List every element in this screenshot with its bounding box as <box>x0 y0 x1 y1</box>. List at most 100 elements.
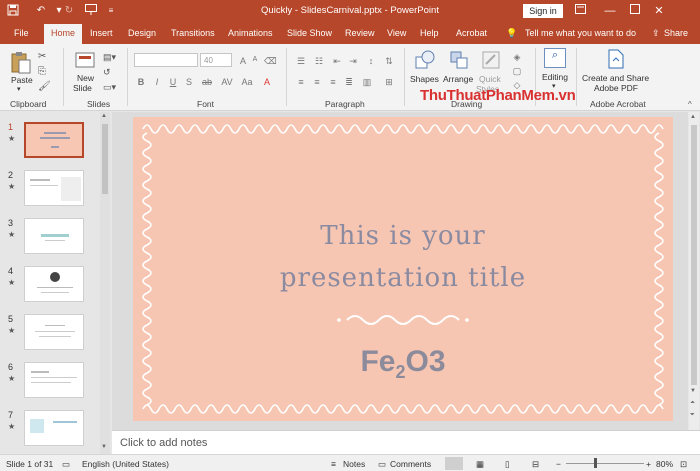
zoom-out-icon[interactable]: − <box>556 459 561 469</box>
clear-format-icon[interactable]: ⌫ <box>264 56 277 67</box>
slide-canvas[interactable]: This is your presentation title Fe2O3 <box>133 117 673 421</box>
shapes-button[interactable]: Shapes <box>410 74 439 84</box>
tab-insert[interactable]: Insert <box>90 28 113 38</box>
slide-thumbnail-3[interactable] <box>24 218 84 254</box>
scroll-down-icon[interactable]: ▼ <box>690 388 696 394</box>
sign-in-button[interactable]: Sign in <box>523 4 563 18</box>
shape-outline-icon[interactable]: ▢ <box>512 66 522 77</box>
zoom-slider[interactable] <box>566 463 644 464</box>
close-icon[interactable]: ✕ <box>651 3 667 19</box>
slide-formula[interactable]: Fe2O3 <box>133 345 673 383</box>
editing-search-icon[interactable]: ⌕ <box>544 48 566 68</box>
notes-placeholder[interactable]: Click to add notes <box>120 437 207 449</box>
zoom-slider-thumb[interactable] <box>594 458 597 468</box>
decrease-indent-icon[interactable]: ⇤ <box>332 56 342 67</box>
normal-view-icon[interactable] <box>445 457 463 470</box>
align-left-icon[interactable]: ≡ <box>296 77 306 87</box>
notes-pane[interactable]: Click to add notes <box>112 430 700 454</box>
scroll-down-icon[interactable]: ▼ <box>101 444 107 450</box>
slide-title-line1[interactable]: This is your <box>133 221 673 251</box>
change-case-button[interactable]: Aa <box>240 77 254 87</box>
decrease-font-icon[interactable]: A <box>250 56 260 63</box>
format-painter-icon[interactable]: 🖌 <box>38 81 51 92</box>
slide-thumbnail-5[interactable] <box>24 314 84 350</box>
shapes-icon[interactable] <box>414 49 436 73</box>
slide-thumbnail-1[interactable] <box>24 122 84 158</box>
line-spacing-icon[interactable]: ↕ <box>366 56 376 66</box>
tab-acrobat[interactable]: Acrobat <box>456 28 487 38</box>
new-slide-button-line2[interactable]: Slide <box>73 83 92 93</box>
strikethrough-button[interactable]: ab <box>200 77 214 87</box>
tab-help[interactable]: Help <box>420 28 439 38</box>
scroll-up-icon[interactable]: ▲ <box>690 114 696 120</box>
underline-button[interactable]: U <box>168 77 178 87</box>
zoom-level[interactable]: 80% <box>656 459 673 469</box>
collapse-ribbon-icon[interactable]: ^ <box>688 100 692 109</box>
reading-view-icon[interactable]: ▯ <box>505 459 510 470</box>
align-center-icon[interactable]: ≡ <box>312 77 322 87</box>
smartart-icon[interactable]: ⊞ <box>384 77 394 88</box>
numbering-icon[interactable]: ☷ <box>314 56 324 67</box>
create-share-pdf-line2[interactable]: Adobe PDF <box>594 83 638 93</box>
slide-thumbnail-2[interactable] <box>24 170 84 206</box>
editor-scrollbar[interactable]: ▲ ▼ ⏶ ⏷ <box>689 112 699 430</box>
arrange-icon[interactable] <box>448 49 470 73</box>
zoom-in-icon[interactable]: + <box>646 459 651 469</box>
next-slide-icon[interactable]: ⏷ <box>690 412 695 419</box>
share-button[interactable]: Share <box>664 28 688 38</box>
minimize-icon[interactable]: — <box>602 3 618 19</box>
tab-transitions[interactable]: Transitions <box>171 28 215 38</box>
increase-indent-icon[interactable]: ⇥ <box>348 56 358 67</box>
paste-dropdown-icon[interactable]: ▾ <box>17 85 21 93</box>
tab-slide-show[interactable]: Slide Show <box>287 28 332 38</box>
slide-sorter-icon[interactable]: ▦ <box>476 459 484 470</box>
paste-icon[interactable] <box>10 50 32 76</box>
columns-icon[interactable]: ▥ <box>362 77 372 88</box>
slide-thumbnail-pane[interactable]: 1 ★ 2 ★ 3 ★ 4 ★ 5 ★ 6 ★ 7 ★ ▲ ▼ <box>0 112 112 454</box>
ribbon-display-icon[interactable] <box>572 3 588 19</box>
slide-thumbnail-6[interactable] <box>24 362 84 398</box>
reset-icon[interactable]: ↺ <box>103 67 111 78</box>
cut-icon[interactable]: ✂ <box>38 51 46 62</box>
tell-me-search[interactable]: Tell me what you want to do <box>525 28 636 38</box>
shape-fill-icon[interactable]: ◈ <box>512 52 522 63</box>
tab-design[interactable]: Design <box>128 28 156 38</box>
previous-slide-icon[interactable]: ⏶ <box>690 400 695 407</box>
comments-toggle[interactable]: Comments <box>390 459 431 469</box>
spacing-button[interactable]: AV <box>220 77 234 87</box>
font-size-combobox[interactable]: 40 <box>200 53 232 67</box>
layout-icon[interactable]: ▤▾ <box>103 52 116 63</box>
language-indicator[interactable]: English (United States) <box>82 459 169 469</box>
new-slide-icon[interactable] <box>75 50 95 72</box>
tab-animations[interactable]: Animations <box>228 28 273 38</box>
quick-styles-icon[interactable] <box>480 49 502 73</box>
italic-button[interactable]: I <box>152 77 162 87</box>
align-right-icon[interactable]: ≡ <box>328 77 338 87</box>
share-icon[interactable]: ⇪ <box>652 28 660 39</box>
slideshow-view-icon[interactable]: ⊟ <box>532 459 539 470</box>
adobe-pdf-icon[interactable] <box>607 49 625 71</box>
paste-button[interactable]: Paste <box>11 75 33 85</box>
editing-button[interactable]: Editing <box>542 72 568 82</box>
shadow-button[interactable]: S <box>184 77 194 87</box>
scroll-up-icon[interactable]: ▲ <box>101 113 107 119</box>
arrange-button[interactable]: Arrange <box>443 74 473 84</box>
slide-thumbnail-7[interactable] <box>24 410 84 446</box>
create-share-pdf-line1[interactable]: Create and Share <box>582 73 649 83</box>
bullets-icon[interactable]: ☰ <box>296 56 306 67</box>
font-name-combobox[interactable] <box>134 53 198 67</box>
thumbnail-scrollbar[interactable]: ▲ ▼ <box>100 112 110 454</box>
font-color-button[interactable]: A <box>262 77 272 87</box>
tab-review[interactable]: Review <box>345 28 375 38</box>
maximize-icon[interactable] <box>627 3 643 19</box>
slide-title-line2[interactable]: presentation title <box>133 263 673 293</box>
tab-home[interactable]: Home <box>44 24 83 44</box>
fit-slide-icon[interactable]: ⊡ <box>680 459 687 470</box>
text-direction-icon[interactable]: ⇅ <box>384 56 394 67</box>
bold-button[interactable]: B <box>136 77 146 87</box>
quick-styles-button-line1[interactable]: Quick <box>479 74 501 84</box>
section-icon[interactable]: ▭▾ <box>103 82 116 93</box>
scrollbar-thumb[interactable] <box>691 125 697 385</box>
tab-file[interactable]: File <box>14 28 29 38</box>
new-slide-button-line1[interactable]: New <box>77 73 94 83</box>
